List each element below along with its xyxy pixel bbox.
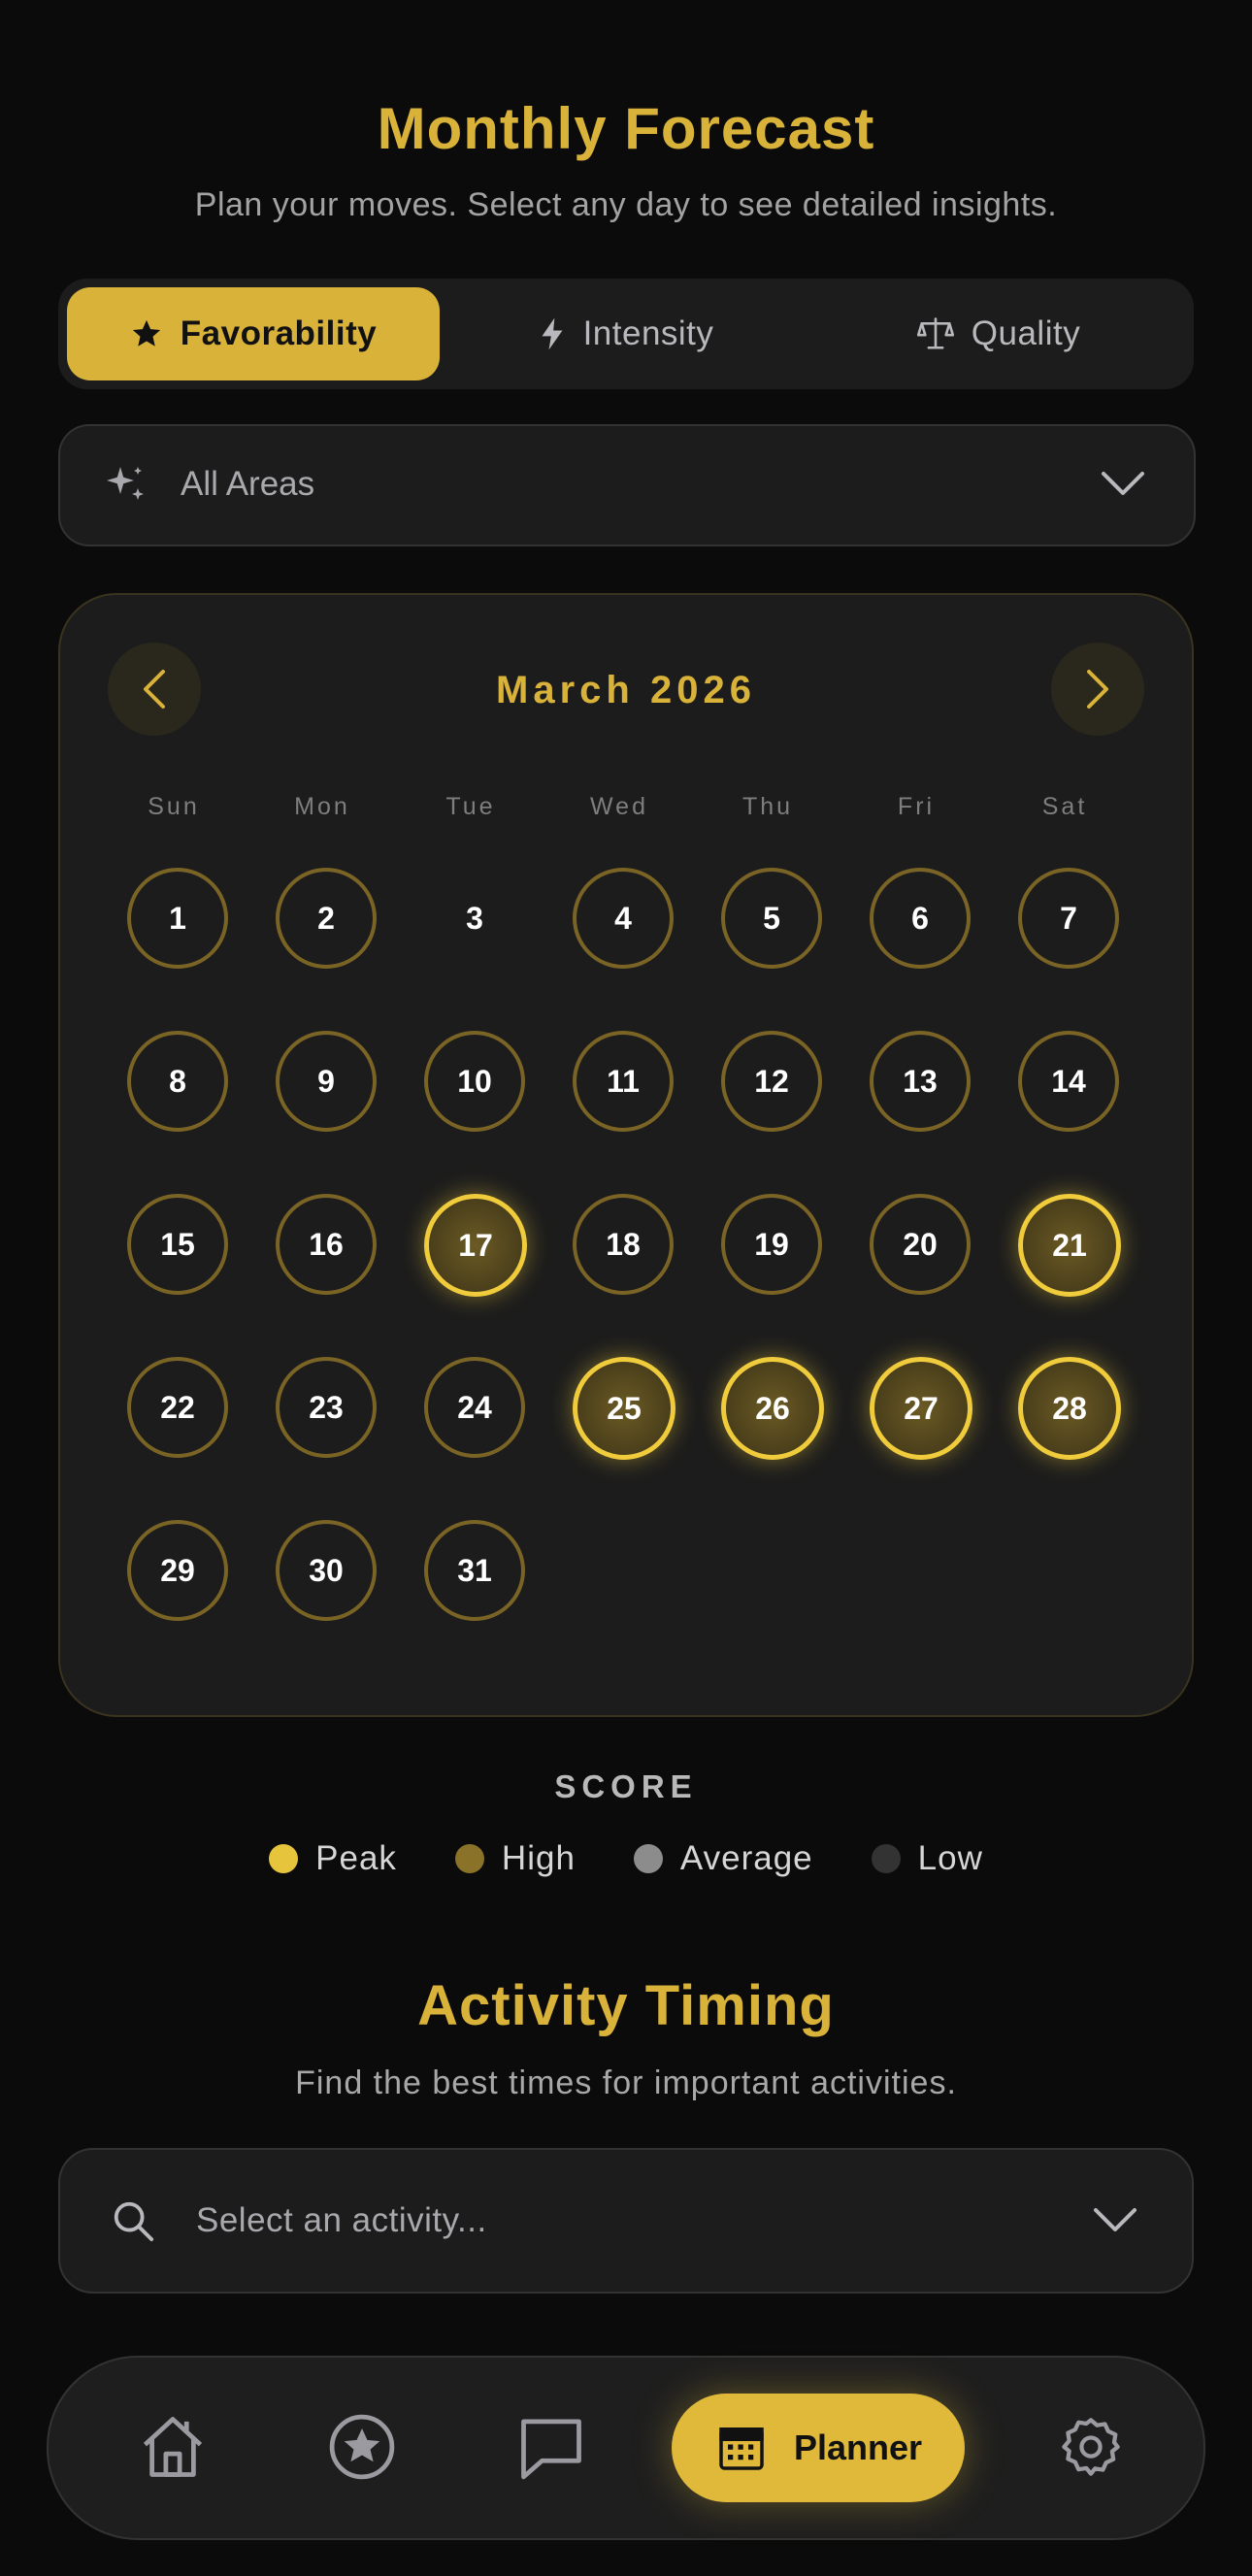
legend-item-average: Average bbox=[633, 1839, 813, 1878]
area-filter-label: All Areas bbox=[181, 465, 315, 503]
page-title: Monthly Forecast bbox=[377, 96, 875, 161]
tab-intensity[interactable]: Intensity bbox=[440, 287, 812, 380]
chevron-down-icon bbox=[1094, 2208, 1137, 2231]
calendar-day[interactable]: 3 bbox=[424, 868, 525, 969]
calendar-day[interactable]: 27 bbox=[870, 1357, 972, 1460]
weekday-label: Wed bbox=[590, 793, 648, 820]
tab-label: Intensity bbox=[582, 314, 714, 352]
calendar-day[interactable]: 1 bbox=[127, 868, 228, 969]
tab-quality[interactable]: Quality bbox=[812, 287, 1185, 380]
calendar-day[interactable]: 20 bbox=[870, 1194, 971, 1295]
legend-label: High bbox=[501, 1839, 576, 1877]
legend-label: Peak bbox=[315, 1839, 397, 1877]
nav-planner[interactable]: Planner bbox=[672, 2394, 965, 2502]
legend-label: Average bbox=[679, 1839, 813, 1877]
chat-icon bbox=[521, 2419, 581, 2480]
calendar-day[interactable]: 9 bbox=[276, 1031, 377, 1132]
legend-item-high: High bbox=[454, 1839, 576, 1878]
chevron-down-icon bbox=[1102, 472, 1144, 495]
calendar-day[interactable]: 31 bbox=[424, 1520, 525, 1621]
month-label: March 2026 bbox=[496, 669, 756, 711]
calendar-card: March 2026 Sun Mon Tue Wed Thu Fri Sat 1 2 3 4 5 6 7 8… bbox=[58, 593, 1194, 1717]
calendar-day[interactable]: 10 bbox=[424, 1031, 525, 1132]
mode-tabs: Favorability Intensity Quality bbox=[58, 279, 1194, 389]
calendar-day[interactable]: 6 bbox=[870, 868, 971, 969]
weekday-label: Mon bbox=[294, 793, 350, 820]
calendar-day[interactable]: 23 bbox=[276, 1357, 377, 1458]
activity-section-title: Activity Timing bbox=[417, 1974, 835, 2037]
calendar-day[interactable]: 22 bbox=[127, 1357, 228, 1458]
nav-planner-label: Planner bbox=[793, 2427, 923, 2467]
calendar-day[interactable]: 7 bbox=[1018, 868, 1119, 969]
star-circle-icon bbox=[329, 2414, 395, 2480]
star-icon bbox=[132, 319, 160, 347]
sparkles-icon bbox=[107, 467, 144, 500]
calendar-day[interactable]: 15 bbox=[127, 1194, 228, 1295]
chevron-right-icon bbox=[1087, 670, 1108, 709]
calendar-day[interactable]: 26 bbox=[721, 1357, 824, 1460]
calendar-day[interactable]: 2 bbox=[276, 868, 377, 969]
calendar-day[interactable]: 14 bbox=[1018, 1031, 1119, 1132]
legend-dot bbox=[633, 1844, 663, 1873]
calendar-day[interactable]: 16 bbox=[276, 1194, 377, 1295]
score-legend-title: SCORE bbox=[554, 1768, 698, 1804]
weekday-label: Sat bbox=[1041, 793, 1088, 820]
calendar-day[interactable]: 11 bbox=[573, 1031, 674, 1132]
calendar-day[interactable]: 12 bbox=[721, 1031, 822, 1132]
bottom-navigation: Planner bbox=[47, 2356, 1205, 2540]
nav-chat[interactable] bbox=[514, 2410, 588, 2489]
next-month-button[interactable] bbox=[1051, 643, 1144, 736]
tab-label: Quality bbox=[971, 314, 1081, 352]
calendar-day[interactable]: 24 bbox=[424, 1357, 525, 1458]
gear-icon bbox=[1062, 2418, 1120, 2476]
calendar-day[interactable]: 8 bbox=[127, 1031, 228, 1132]
legend-item-low: Low bbox=[871, 1839, 983, 1878]
legend-dot bbox=[871, 1844, 901, 1873]
calendar-icon bbox=[719, 2427, 764, 2470]
activity-select-placeholder: Select an activity... bbox=[196, 2201, 487, 2239]
weekday-label: Fri bbox=[897, 793, 936, 820]
legend-label: Low bbox=[917, 1839, 983, 1877]
calendar-day[interactable]: 30 bbox=[276, 1520, 377, 1621]
tab-label: Favorability bbox=[180, 314, 378, 352]
calendar-day[interactable]: 28 bbox=[1018, 1357, 1121, 1460]
activity-section-subtitle: Find the best times for important activi… bbox=[295, 2064, 957, 2101]
area-filter-dropdown[interactable]: All Areas bbox=[58, 424, 1196, 546]
score-legend: Peak High Average Low bbox=[0, 1839, 1252, 1878]
scale-icon bbox=[916, 317, 954, 349]
calendar-day[interactable]: 25 bbox=[573, 1357, 675, 1460]
nav-favorites[interactable] bbox=[325, 2410, 399, 2489]
lightning-icon bbox=[542, 317, 563, 350]
calendar-day[interactable]: 18 bbox=[573, 1194, 674, 1295]
tab-favorability[interactable]: Favorability bbox=[67, 287, 440, 380]
weekday-label: Tue bbox=[445, 793, 496, 820]
legend-dot bbox=[454, 1844, 484, 1873]
legend-dot bbox=[269, 1844, 299, 1873]
calendar-day[interactable]: 19 bbox=[721, 1194, 822, 1295]
home-icon bbox=[143, 2417, 203, 2477]
nav-settings[interactable] bbox=[1058, 2410, 1124, 2489]
weekday-label: Sun bbox=[148, 793, 200, 820]
calendar-day[interactable]: 17 bbox=[424, 1194, 527, 1297]
calendar-day[interactable]: 21 bbox=[1018, 1194, 1121, 1297]
activity-select[interactable]: Select an activity... bbox=[58, 2148, 1194, 2294]
page-subtitle: Plan your moves. Select any day to see d… bbox=[194, 186, 1058, 223]
legend-item-peak: Peak bbox=[269, 1839, 397, 1878]
calendar-day[interactable]: 4 bbox=[573, 868, 674, 969]
nav-home[interactable] bbox=[136, 2410, 210, 2489]
calendar-day[interactable]: 5 bbox=[721, 868, 822, 969]
calendar-day[interactable]: 13 bbox=[870, 1031, 971, 1132]
search-icon bbox=[114, 2201, 154, 2242]
calendar-day[interactable]: 29 bbox=[127, 1520, 228, 1621]
weekday-label: Thu bbox=[741, 793, 794, 820]
